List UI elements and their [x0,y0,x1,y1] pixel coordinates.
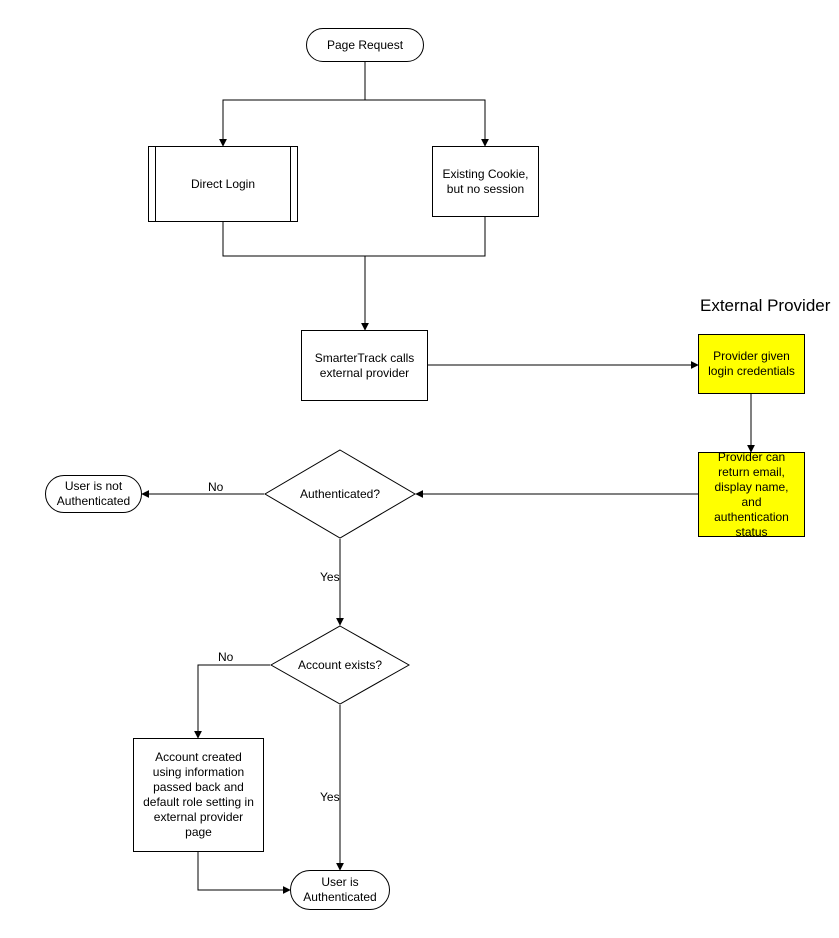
node-label: Provider can return email, display name,… [707,450,796,540]
node-existing-cookie: Existing Cookie, but no session [432,146,539,217]
node-label: SmarterTrack calls external provider [310,351,419,381]
edge-label-yes-auth: Yes [320,570,340,584]
node-authenticated-decision: Authenticated? [264,449,416,539]
node-user-not-authenticated: User is not Authenticated [45,475,142,513]
flowchart-canvas: External Provider Page Request Direct Lo… [0,0,839,938]
node-provider-return: Provider can return email, display name,… [698,452,805,537]
node-account-exists-decision: Account exists? [270,625,410,705]
edge-label-no-account: No [218,650,233,664]
node-label: User is not Authenticated [54,479,133,509]
node-label: Account created using information passed… [142,750,255,840]
node-smartertrack-calls: SmarterTrack calls external provider [301,330,428,401]
edge-label-no-auth: No [208,480,223,494]
node-label: Provider given login credentials [707,349,796,379]
node-user-is-authenticated: User is Authenticated [290,870,390,910]
external-provider-heading: External Provider [700,296,830,316]
node-direct-login: Direct Login [148,146,298,222]
edge-label-yes-account: Yes [320,790,340,804]
node-label: User is Authenticated [299,875,381,905]
node-label: Account exists? [290,658,390,673]
node-page-request: Page Request [306,28,424,62]
node-label: Authenticated? [292,487,388,502]
node-label: Page Request [327,38,403,53]
node-provider-credentials: Provider given login credentials [698,334,805,394]
node-account-created: Account created using information passed… [133,738,264,852]
node-label: Direct Login [177,177,269,192]
node-label: Existing Cookie, but no session [441,167,530,197]
